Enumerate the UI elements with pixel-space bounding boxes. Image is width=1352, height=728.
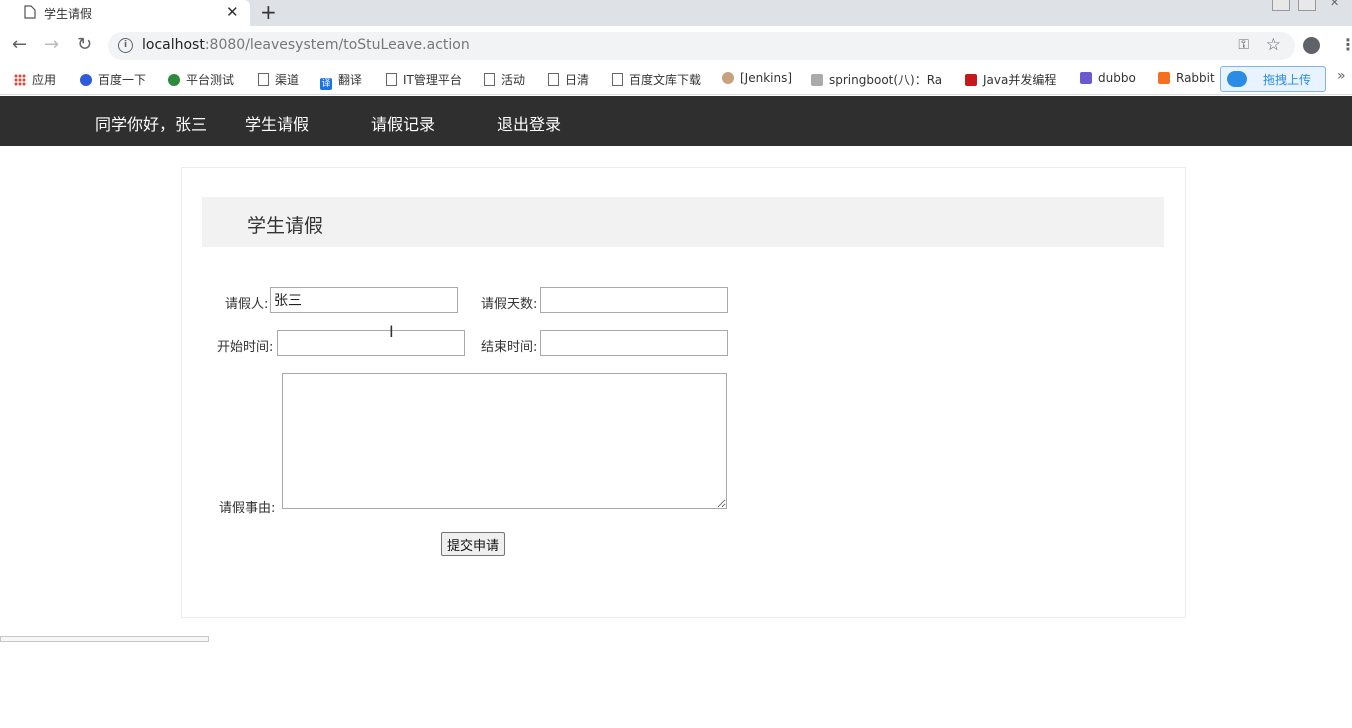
leave-form-card: 学生请假 请假人: 请假天数: 开始时间: 结束时间: 请假事由: 提交申请: [181, 167, 1186, 618]
page-title: 学生请假: [247, 215, 324, 237]
bookmark-item[interactable]: springboot(八)：Ra: [811, 71, 949, 88]
site-icon: [811, 74, 823, 86]
submit-button[interactable]: 提交申请: [441, 532, 505, 556]
applicant-label: 请假人:: [225, 297, 269, 312]
bookmark-item[interactable]: Rabbit: [1158, 71, 1220, 85]
upload-button[interactable]: 拖拽上传: [1220, 66, 1326, 92]
bookmark-item[interactable]: IT管理平台: [386, 71, 462, 88]
platform-icon: [168, 74, 180, 86]
baidu-icon: [80, 74, 92, 86]
nav-leave-records[interactable]: 请假记录: [371, 111, 435, 135]
start-time-input[interactable]: [277, 330, 465, 356]
end-time-label: 结束时间:: [481, 340, 538, 355]
restore-icon[interactable]: [1298, 0, 1316, 11]
key-icon[interactable]: ⚿: [1238, 37, 1249, 53]
bookmark-item[interactable]: 译翻译: [320, 71, 362, 90]
page-icon: [386, 73, 397, 86]
url-text[interactable]: localhost:8080/leavesystem/toStuLeave.ac…: [142, 37, 470, 53]
text-cursor-icon: I: [389, 322, 394, 341]
upload-label: 拖拽上传: [1263, 73, 1312, 87]
cloud-icon: [1227, 71, 1247, 87]
bookmark-item[interactable]: 日清: [548, 71, 589, 88]
csdn-icon: [965, 74, 977, 86]
days-input[interactable]: [540, 287, 728, 313]
page-icon: [484, 73, 495, 86]
tab-title: 学生请假: [44, 7, 93, 21]
more-bookmarks-icon[interactable]: »: [1337, 68, 1346, 84]
end-time-input[interactable]: [540, 330, 728, 356]
page-icon: [24, 5, 36, 23]
browser-menu-icon[interactable]: ⋮: [1340, 36, 1352, 54]
bookmark-star-icon[interactable]: ☆: [1266, 35, 1281, 55]
tab-strip: 学生请假 ✕ + ✕: [0, 0, 1352, 26]
start-time-label: 开始时间:: [217, 340, 274, 355]
applicant-input[interactable]: [270, 287, 458, 313]
horizontal-scrollbar[interactable]: [0, 636, 209, 642]
page-icon: [258, 73, 269, 86]
back-icon[interactable]: ←: [12, 35, 27, 55]
bookmark-item[interactable]: 平台测试: [168, 71, 234, 88]
greeting-text: 同学你好，张三: [95, 115, 208, 134]
close-tab-icon[interactable]: ✕: [226, 3, 239, 21]
reason-textarea[interactable]: [282, 373, 727, 509]
bookmark-item[interactable]: [Jenkins]: [722, 71, 792, 85]
bookmark-item[interactable]: 百度文库下载: [612, 71, 701, 88]
new-tab-icon[interactable]: +: [260, 0, 277, 24]
dubbo-icon: [1080, 72, 1092, 84]
bookmark-item[interactable]: dubbo: [1080, 71, 1136, 85]
reason-label: 请假事由:: [219, 501, 276, 516]
site-info-icon[interactable]: i: [118, 38, 133, 53]
app-navbar: 同学你好，张三 学生请假 请假记录 退出登录: [0, 96, 1352, 146]
window-close-icon[interactable]: ✕: [1330, 0, 1346, 10]
address-bar[interactable]: i localhost:8080/leavesystem/toStuLeave.…: [108, 32, 1295, 60]
bookmark-item[interactable]: 渠道: [258, 71, 299, 88]
bookmark-item[interactable]: 活动: [484, 71, 525, 88]
rabbitmq-icon: [1158, 72, 1170, 84]
apps-grid-icon: [14, 74, 26, 86]
nav-student-leave[interactable]: 学生请假: [245, 111, 309, 135]
profile-avatar-icon[interactable]: [1303, 37, 1320, 54]
reload-icon[interactable]: ↻: [77, 35, 92, 55]
page-icon: [548, 73, 559, 86]
card-header: 学生请假: [202, 197, 1164, 247]
bookmark-item[interactable]: 百度一下: [80, 71, 146, 88]
bookmark-item[interactable]: Java并发编程: [965, 71, 1056, 88]
minimize-icon[interactable]: [1272, 0, 1290, 11]
days-label: 请假天数:: [481, 297, 538, 312]
bookmarks-bar: 应用 百度一下 平台测试 渠道 译翻译 IT管理平台 活动 日清 百度文库下载 …: [0, 64, 1352, 95]
jenkins-icon: [722, 72, 734, 84]
browser-tab[interactable]: 学生请假 ✕: [0, 0, 250, 26]
forward-icon[interactable]: →: [44, 35, 59, 55]
translate-icon: 译: [320, 78, 332, 90]
bookmark-item[interactable]: 应用: [14, 71, 56, 88]
page-icon: [612, 73, 623, 86]
nav-logout[interactable]: 退出登录: [497, 111, 561, 135]
